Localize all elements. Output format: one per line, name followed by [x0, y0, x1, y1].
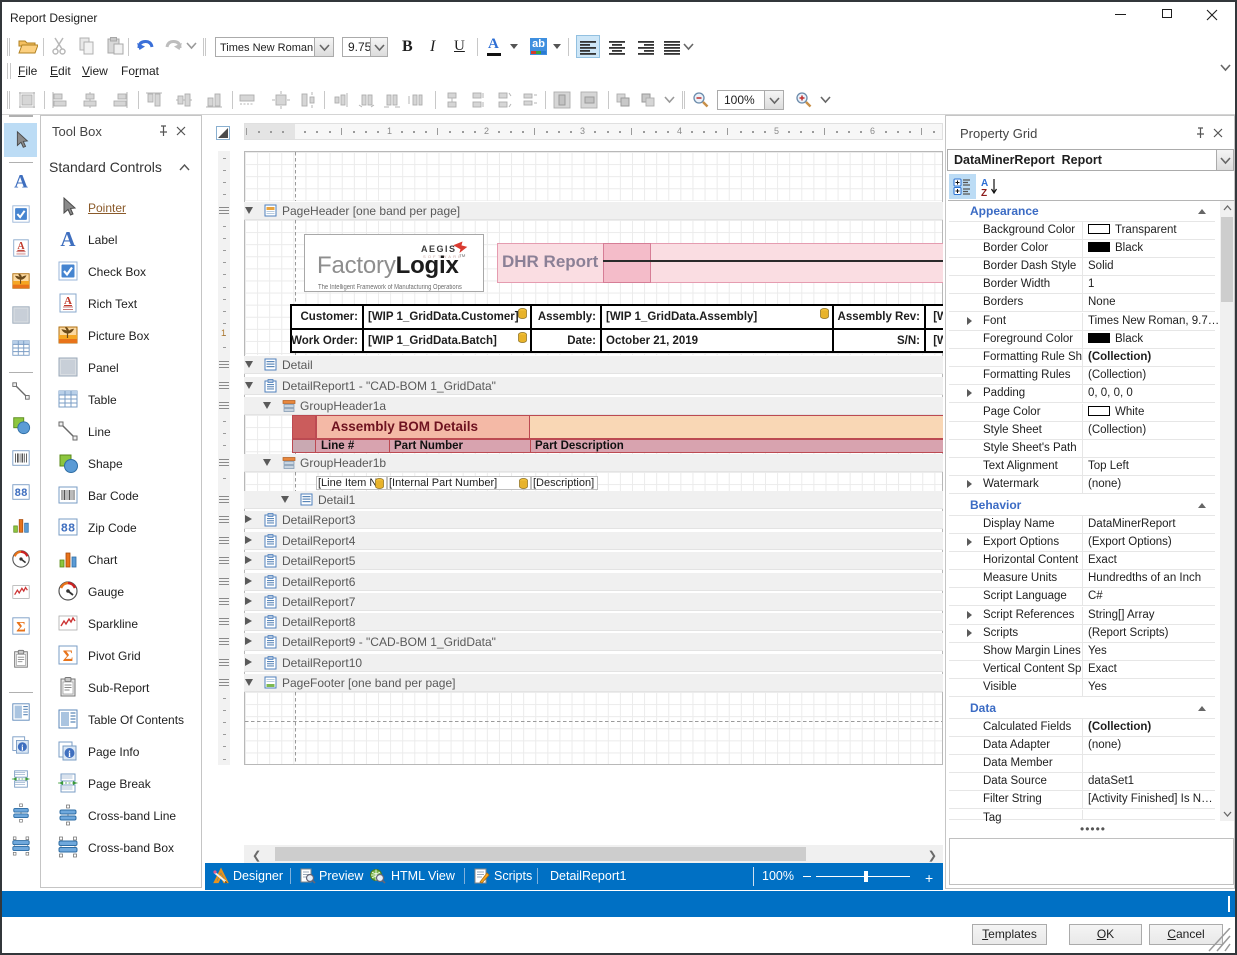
svg-text:88: 88 [61, 522, 75, 536]
svg-text:Σ: Σ [16, 619, 26, 635]
svg-text:A: A [64, 295, 72, 307]
svg-text:A: A [14, 171, 28, 191]
svg-text:Σ: Σ [63, 648, 73, 665]
svg-text:A: A [17, 240, 25, 251]
svg-text:A: A [60, 228, 76, 250]
svg-text:Z: Z [981, 188, 987, 197]
svg-text:88: 88 [14, 488, 27, 500]
